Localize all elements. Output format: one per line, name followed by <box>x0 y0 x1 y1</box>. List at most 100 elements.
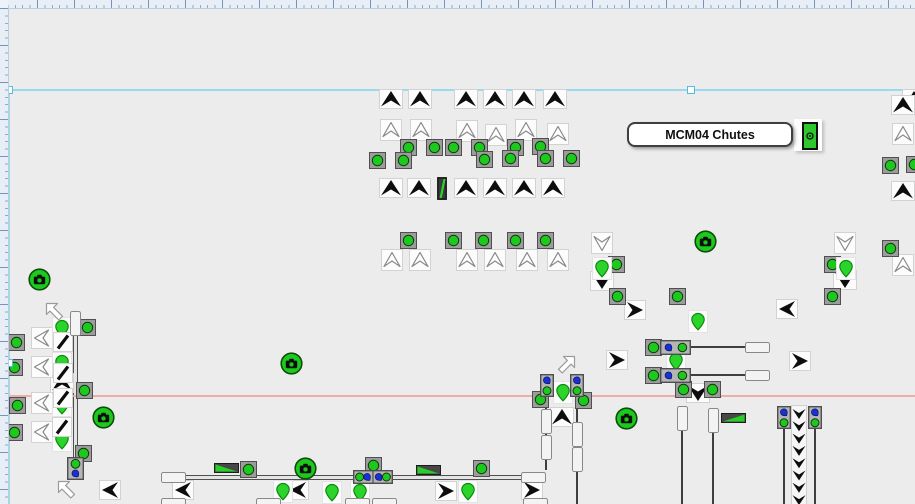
gate-closed-icon[interactable] <box>53 388 73 408</box>
chute-flow-strip[interactable] <box>791 405 807 504</box>
flow-arrow-right-icon[interactable] <box>606 350 628 370</box>
sensor-pair[interactable] <box>660 368 691 383</box>
flow-arrow-up-icon[interactable] <box>454 89 478 109</box>
flow-arrow-up-outline-icon[interactable] <box>547 123 569 145</box>
location-pin-icon[interactable] <box>322 481 342 504</box>
flow-arrow-up-icon[interactable] <box>512 89 536 109</box>
conveyor-segment[interactable] <box>372 498 397 504</box>
flow-arrow-right-icon[interactable] <box>624 300 646 320</box>
flow-arrow-up-icon[interactable] <box>408 89 432 109</box>
gate-closed-icon[interactable] <box>53 363 73 383</box>
valve-indicator-icon[interactable] <box>802 122 818 150</box>
flow-arrow-up-icon[interactable] <box>891 95 915 115</box>
status-indicator[interactable] <box>240 461 257 478</box>
status-indicator[interactable] <box>906 156 915 173</box>
flow-arrow-left-outline-icon[interactable] <box>31 421 53 443</box>
status-indicator[interactable] <box>445 232 462 249</box>
flow-arrow-up-icon[interactable] <box>379 178 403 198</box>
location-pin-icon[interactable] <box>458 480 478 503</box>
flow-arrow-up-icon[interactable] <box>550 407 574 427</box>
flow-arrow-up-icon[interactable] <box>543 89 567 109</box>
flow-arrow-right-icon[interactable] <box>435 481 457 501</box>
sensor-quad[interactable] <box>353 470 393 484</box>
sensor-pair[interactable] <box>540 374 554 397</box>
status-indicator[interactable] <box>609 288 626 305</box>
conveyor-segment[interactable] <box>745 342 770 353</box>
conveyor-segment[interactable] <box>541 435 552 460</box>
location-pin-icon[interactable] <box>688 310 708 333</box>
mcm04-chutes-button[interactable]: MCM04 Chutes <box>627 122 793 147</box>
gate-closed-icon[interactable] <box>52 417 72 437</box>
flow-arrow-left-icon[interactable] <box>99 480 121 500</box>
conveyor-segment[interactable] <box>256 498 281 504</box>
conveyor-segment[interactable] <box>161 498 186 504</box>
flow-arrow-up-icon[interactable] <box>483 89 507 109</box>
sensor-pair[interactable] <box>67 457 84 480</box>
flow-arrow-up-outline-icon[interactable] <box>484 249 506 271</box>
flow-arrow-up-icon[interactable] <box>407 178 431 198</box>
turn-arrow-icon[interactable] <box>554 353 578 376</box>
conveyor-segment[interactable] <box>708 408 719 433</box>
sensor-pair[interactable] <box>777 406 791 429</box>
conveyor-segment[interactable] <box>572 422 583 447</box>
selection-handle[interactable] <box>687 86 695 94</box>
level-wedge-icon[interactable] <box>214 463 239 473</box>
gate-position-bar[interactable] <box>437 177 447 200</box>
status-indicator[interactable] <box>537 232 554 249</box>
status-indicator[interactable] <box>369 152 386 169</box>
status-indicator[interactable] <box>475 232 492 249</box>
flow-arrow-up-icon[interactable] <box>454 178 478 198</box>
flow-arrow-up-outline-icon[interactable] <box>409 249 431 271</box>
horizontal-ruler[interactable] <box>0 0 915 9</box>
status-indicator[interactable] <box>8 334 25 351</box>
turn-arrow-icon[interactable] <box>43 300 67 323</box>
camera-icon[interactable] <box>92 406 115 429</box>
status-indicator[interactable] <box>824 288 841 305</box>
conveyor-segment[interactable] <box>541 409 552 434</box>
flow-arrow-up-outline-icon[interactable] <box>381 249 403 271</box>
flow-arrow-left-outline-icon[interactable] <box>31 392 53 414</box>
flow-arrow-up-icon[interactable] <box>512 178 536 198</box>
location-pin-icon[interactable] <box>836 257 856 280</box>
flow-arrow-left-icon[interactable] <box>776 299 798 319</box>
status-indicator[interactable] <box>473 460 490 477</box>
conveyor-segment[interactable] <box>677 406 688 431</box>
level-wedge-icon[interactable] <box>416 465 441 475</box>
status-indicator[interactable] <box>882 157 899 174</box>
camera-icon[interactable] <box>28 268 51 291</box>
status-indicator[interactable] <box>882 240 899 257</box>
status-indicator[interactable] <box>9 397 26 414</box>
conveyor-segment[interactable] <box>572 447 583 472</box>
camera-icon[interactable] <box>294 457 317 480</box>
conveyor-segment[interactable] <box>161 472 186 483</box>
turn-arrow-icon[interactable] <box>55 478 79 501</box>
status-indicator[interactable] <box>395 152 412 169</box>
flow-arrow-up-outline-icon[interactable] <box>892 254 914 276</box>
flow-arrow-up-icon[interactable] <box>379 89 403 109</box>
status-indicator[interactable] <box>502 150 519 167</box>
status-indicator[interactable] <box>704 381 721 398</box>
status-indicator[interactable] <box>426 139 443 156</box>
status-indicator[interactable] <box>400 232 417 249</box>
status-indicator[interactable] <box>563 150 580 167</box>
flow-arrow-up-outline-icon[interactable] <box>516 249 538 271</box>
conveyor-segment[interactable] <box>523 498 548 504</box>
conveyor-segment[interactable] <box>345 498 370 504</box>
flow-arrow-up-outline-icon[interactable] <box>485 124 507 146</box>
status-indicator[interactable] <box>79 319 96 336</box>
camera-icon[interactable] <box>694 230 717 253</box>
camera-icon[interactable] <box>615 407 638 430</box>
status-indicator[interactable] <box>675 381 692 398</box>
status-indicator[interactable] <box>445 139 462 156</box>
flow-arrow-down-outline-icon[interactable] <box>591 232 613 254</box>
flow-arrow-right-icon[interactable] <box>789 351 811 371</box>
status-indicator[interactable] <box>476 151 493 168</box>
conveyor-segment[interactable] <box>745 370 770 381</box>
flow-arrow-left-outline-icon[interactable] <box>31 327 53 349</box>
sensor-pair[interactable] <box>660 340 691 355</box>
status-indicator[interactable] <box>669 288 686 305</box>
status-indicator[interactable] <box>76 382 93 399</box>
flow-arrow-up-icon[interactable] <box>541 178 565 198</box>
flow-arrow-left-outline-icon[interactable] <box>31 356 53 378</box>
vertical-ruler[interactable] <box>0 8 9 504</box>
